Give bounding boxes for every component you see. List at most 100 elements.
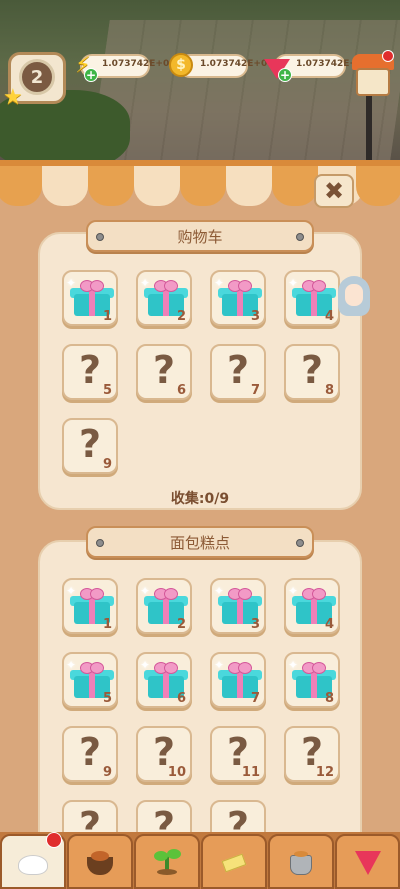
pot-icon: [284, 847, 318, 877]
shop-button[interactable]: [352, 50, 394, 98]
panel-title-bakery: 面包糕点: [86, 526, 314, 558]
collection-slot[interactable]: ? 7: [210, 344, 266, 400]
sparkle-icon: ✦: [214, 584, 225, 598]
sparkle-icon: ✦: [288, 276, 299, 290]
collection-slot[interactable]: ✦ 6: [136, 652, 192, 708]
close-icon: ✖: [323, 177, 345, 205]
slot-number: 12: [315, 765, 334, 780]
slot-number: 9: [102, 765, 112, 780]
energy-counter[interactable]: ⚡ + 1.073742E+09: [75, 53, 175, 82]
collection-slot[interactable]: ? 5: [62, 344, 118, 400]
slot-number: 9: [102, 457, 112, 472]
slot-number: 5: [102, 691, 112, 706]
collection-slot[interactable]: ? 6: [136, 344, 192, 400]
collection-slot[interactable]: ? 8: [284, 344, 340, 400]
slot-number: 7: [250, 691, 260, 706]
collection-progress: 收集:0/9: [170, 491, 230, 507]
collection-slot[interactable]: ? 9: [62, 726, 118, 782]
slot-number: 3: [250, 309, 260, 324]
notification-dot: [382, 50, 394, 62]
tab-gem[interactable]: [335, 834, 400, 889]
rivet: [296, 233, 304, 241]
collection-slot[interactable]: ✦ 8: [284, 652, 340, 708]
awning-scallop: [180, 166, 226, 206]
character-avatar[interactable]: [336, 276, 372, 320]
awning-scallop: [134, 166, 180, 206]
collection-slot[interactable]: ✦ 3: [210, 270, 266, 326]
collection-slot[interactable]: ✦ 1: [62, 578, 118, 634]
collection-slot[interactable]: ✦ 3: [210, 578, 266, 634]
collection-slot[interactable]: ✦ 4: [284, 270, 340, 326]
sprout-icon: [150, 847, 184, 877]
sparkle-icon: ✦: [66, 276, 77, 290]
sparkle-icon: ✦: [140, 584, 151, 598]
add-gem-button[interactable]: +: [278, 68, 292, 82]
star-icon: ★: [3, 85, 23, 110]
slot-number: 1: [102, 309, 112, 324]
collection-slot[interactable]: ✦ 2: [136, 270, 192, 326]
awning-scallop: [88, 166, 134, 206]
slot-number: 7: [250, 383, 260, 398]
sparkle-icon: ✦: [140, 276, 151, 290]
tab-flour[interactable]: [0, 832, 66, 889]
tab-pot[interactable]: [268, 834, 334, 889]
slot-number: 2: [176, 617, 186, 632]
level-number: 2: [19, 59, 55, 95]
slot-number: 3: [250, 617, 260, 632]
slot-number: 5: [102, 383, 112, 398]
coin-icon: $: [166, 50, 196, 80]
butter-icon: [217, 847, 251, 877]
gem-icon: [351, 847, 385, 877]
slot-number: 8: [324, 691, 334, 706]
collection-slot[interactable]: ✦ 5: [62, 652, 118, 708]
sparkle-icon: ✦: [288, 658, 299, 672]
avatar-face: [345, 284, 363, 306]
tab-butter[interactable]: [201, 834, 267, 889]
awning-scallop: [272, 166, 318, 206]
collection-slot[interactable]: ✦ 2: [136, 578, 192, 634]
collection-slot[interactable]: ? 11: [210, 726, 266, 782]
slot-number: 10: [167, 765, 186, 780]
slot-number: 4: [324, 309, 334, 324]
tab-cooking[interactable]: [67, 834, 133, 889]
rivet: [96, 539, 104, 547]
slot-number: 6: [176, 383, 186, 398]
sparkle-icon: ✦: [214, 658, 225, 672]
collection-slot[interactable]: ✦ 7: [210, 652, 266, 708]
cooking-pot-icon: [83, 847, 117, 877]
add-energy-button[interactable]: +: [84, 68, 98, 82]
panel-title-shopping-cart: 购物车: [86, 220, 314, 252]
energy-value: 1.073742E+09: [102, 59, 176, 69]
rivet: [96, 233, 104, 241]
panel-title-text: 面包糕点: [169, 533, 230, 552]
slot-number: 6: [176, 691, 186, 706]
sparkle-icon: ✦: [140, 658, 151, 672]
slot-number: 1: [102, 617, 112, 632]
slot-number: 11: [241, 765, 260, 780]
notification-dot: [46, 832, 62, 848]
awning-scallop: [356, 166, 400, 206]
awning-scallop: [42, 166, 88, 206]
tab-plant[interactable]: [134, 834, 200, 889]
sparkle-icon: ✦: [214, 276, 225, 290]
flour-icon: [16, 847, 50, 877]
coin-counter[interactable]: $ 1.073742E+09: [169, 53, 273, 78]
slot-number: 2: [176, 309, 186, 324]
awning-scallop: [0, 166, 42, 206]
close-button[interactable]: ✖: [314, 174, 354, 208]
rivet: [296, 539, 304, 547]
level-badge[interactable]: 2 ★: [3, 52, 66, 110]
slot-number: 8: [324, 383, 334, 398]
collection-slot[interactable]: ? 9: [62, 418, 118, 474]
panel-title-text: 购物车: [177, 227, 223, 246]
awning-scallop: [226, 166, 272, 206]
shop-body: [356, 68, 390, 96]
sparkle-icon: ✦: [66, 584, 77, 598]
sparkle-icon: ✦: [66, 658, 77, 672]
collection-slot[interactable]: ? 12: [284, 726, 340, 782]
collection-slot[interactable]: ? 10: [136, 726, 192, 782]
collection-slot[interactable]: ✦ 4: [284, 578, 340, 634]
sparkle-icon: ✦: [288, 584, 299, 598]
collection-slot[interactable]: ✦ 1: [62, 270, 118, 326]
gem-counter[interactable]: + 1.073742E+09: [264, 54, 369, 82]
